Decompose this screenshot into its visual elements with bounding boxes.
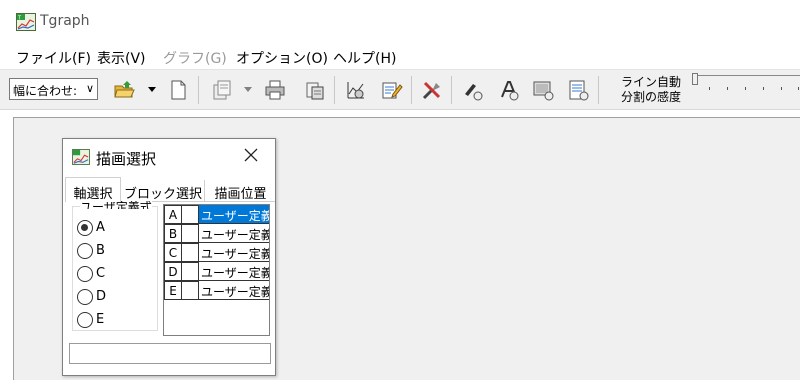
slider-tick <box>798 87 799 90</box>
axis-key: A <box>164 205 182 224</box>
axis-key: D <box>164 262 182 281</box>
radio-label: B <box>96 243 105 258</box>
radio-button[interactable] <box>77 312 93 328</box>
tgraph-app-icon <box>72 149 90 165</box>
list-item[interactable]: A ユーザー定義 <box>164 205 269 224</box>
zoom-select-value: 幅に合わせ: <box>13 84 78 98</box>
open-folder-icon[interactable] <box>112 78 136 102</box>
tab-axis-select[interactable]: 軸選択 <box>65 177 121 202</box>
dialog-tabs: 軸選択 ブロック選択 描画位置 <box>65 177 275 202</box>
display-settings-icon[interactable] <box>531 78 555 102</box>
axis-value: ユーザー定義 <box>199 205 269 224</box>
user-formula-group: ユーザ定義式 A B C D E <box>72 201 158 331</box>
toolbar-separator <box>334 76 335 104</box>
tab-draw-position[interactable]: 描画位置 <box>206 180 275 202</box>
menu-help[interactable]: ヘルプ(H) <box>333 48 396 68</box>
tools-icon[interactable] <box>420 78 444 102</box>
radio-button[interactable] <box>77 266 93 282</box>
sensitivity-slider-thumb[interactable] <box>692 73 698 85</box>
axis-key: C <box>164 243 182 262</box>
axis-value: ユーザー定義 <box>199 224 269 243</box>
copy-pages-icon[interactable] <box>210 78 234 102</box>
clipboard-copy-icon[interactable] <box>303 78 327 102</box>
radio-button[interactable] <box>77 289 93 305</box>
close-icon[interactable] <box>243 147 259 163</box>
radio-label: E <box>96 312 105 327</box>
slider-tick <box>781 87 782 90</box>
axis-value: ユーザー定義 <box>199 262 269 281</box>
tab-divider <box>204 180 205 201</box>
line-split-sensitivity-label: ライン自動 分割の感度 <box>611 75 691 105</box>
tgraph-app-icon: T <box>16 13 36 31</box>
axis-select-panel: ユーザ定義式 A B C D E A ユーザー定義 B ユーザー定義 C ユーザ… <box>65 201 275 371</box>
toolbar-separator <box>198 76 199 104</box>
new-document-icon[interactable] <box>166 78 190 102</box>
edit-note-icon[interactable] <box>379 78 403 102</box>
slider-tick <box>745 87 746 90</box>
axis-value: ユーザー定義 <box>199 281 269 300</box>
radio-button[interactable] <box>77 220 93 236</box>
status-field[interactable] <box>69 343 271 364</box>
axis-flag-cell <box>182 224 199 243</box>
radio-label: D <box>96 289 107 304</box>
pen-draw-icon[interactable] <box>461 78 485 102</box>
toolbar: 幅に合わせ: ∨ ライン自動 分割の感度 <box>0 69 800 110</box>
chevron-down-icon: ∨ <box>85 82 94 95</box>
axis-value: ユーザー定義 <box>199 243 269 262</box>
axis-flag-cell <box>182 262 199 281</box>
slider-label-line1: ライン自動 <box>620 75 681 89</box>
title-bar: T Tgraph <box>0 0 800 43</box>
slider-tick <box>763 87 764 90</box>
font-settings-icon[interactable] <box>497 78 521 102</box>
slider-label-line2: 分割の感度 <box>620 90 681 104</box>
slider-tick <box>709 87 710 90</box>
dropdown-arrow-icon[interactable] <box>244 87 252 92</box>
dropdown-arrow-icon[interactable] <box>148 87 156 92</box>
menu-options[interactable]: オプション(O) <box>236 48 328 68</box>
menu-bar: ファイル(F) 表示(V) グラフ(G) オプション(O) ヘルプ(H) <box>0 43 800 69</box>
zoom-select[interactable]: 幅に合わせ: ∨ <box>9 78 98 100</box>
axis-flag-cell <box>182 281 199 300</box>
list-item[interactable]: C ユーザー定義 <box>164 243 269 262</box>
list-item[interactable]: B ユーザー定義 <box>164 224 269 243</box>
radio-button[interactable] <box>77 243 93 259</box>
menu-graph[interactable]: グラフ(G) <box>163 48 227 68</box>
axis-formula-list[interactable]: A ユーザー定義 B ユーザー定義 C ユーザー定義 D ユーザー定義 E ユー… <box>163 204 270 336</box>
draw-selection-dialog: 描画選択 軸選択 ブロック選択 描画位置 ユーザ定義式 A B C D E A … <box>62 138 276 376</box>
radio-label: C <box>96 266 106 281</box>
group-label: ユーザ定義式 <box>80 201 152 209</box>
list-item[interactable]: E ユーザー定義 <box>164 281 269 300</box>
menu-view[interactable]: 表示(V) <box>97 48 146 68</box>
print-icon[interactable] <box>263 78 287 102</box>
graph-settings-icon[interactable] <box>344 78 368 102</box>
slider-tick <box>727 87 728 90</box>
report-icon[interactable] <box>566 78 590 102</box>
axis-key: E <box>164 281 182 300</box>
axis-flag-cell <box>182 243 199 262</box>
menu-file[interactable]: ファイル(F) <box>16 48 91 68</box>
dialog-title: 描画選択 <box>96 150 157 168</box>
radio-label: A <box>96 220 105 235</box>
toolbar-separator <box>451 76 452 104</box>
sensitivity-slider-track[interactable] <box>695 75 800 81</box>
toolbar-separator <box>598 76 599 104</box>
window-title: Tgraph <box>40 13 90 29</box>
toolbar-separator <box>411 76 412 104</box>
axis-flag-cell <box>182 205 199 224</box>
list-item[interactable]: D ユーザー定義 <box>164 262 269 281</box>
axis-key: B <box>164 224 182 243</box>
tab-block-select[interactable]: ブロック選択 <box>123 180 203 202</box>
